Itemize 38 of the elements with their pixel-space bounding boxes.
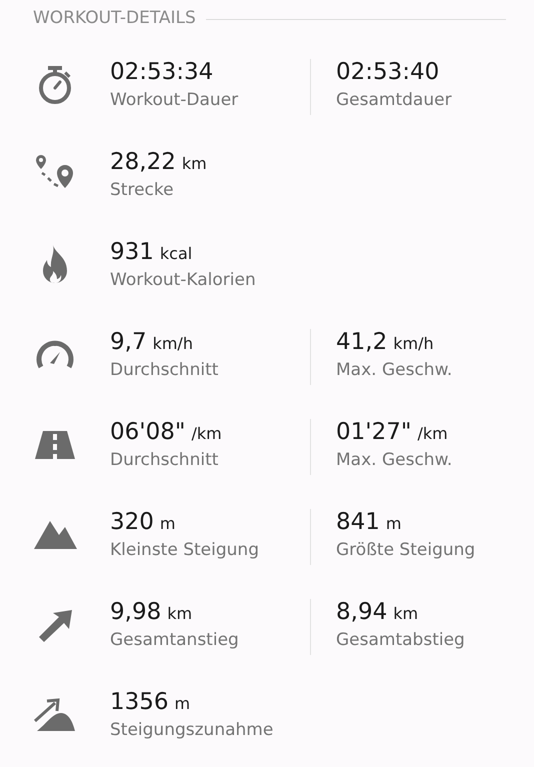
stat-unit: km/h	[393, 333, 434, 355]
stat-unit: /km	[417, 423, 448, 445]
stat-unit: m	[160, 513, 176, 535]
stat-value: 320	[110, 508, 154, 537]
stat-unit: km	[182, 153, 207, 175]
stat-value: 8,94	[336, 598, 388, 627]
stat-value: 01'27"	[336, 418, 412, 447]
stat-label: Kleinste Steigung	[110, 539, 260, 562]
stat-label: Max. Geschw.	[336, 359, 452, 382]
stat-value: 02:53:40	[336, 58, 440, 87]
section-title: WORKOUT-DETAILS	[33, 7, 196, 30]
stat-value: 841	[336, 508, 380, 537]
stat-label: Größte Steigung	[336, 539, 476, 562]
stat-label: Gesamtanstieg	[110, 629, 240, 652]
stat-label: Max. Geschw.	[336, 449, 452, 472]
stat-value: 931	[110, 238, 154, 267]
stat-unit: km	[167, 603, 192, 625]
stat-label: Gesamtabstieg	[336, 629, 465, 652]
stat-value: 41,2	[336, 328, 388, 357]
stat-unit: km	[393, 603, 418, 625]
stat-label: Workout-Dauer	[110, 89, 240, 112]
stat-unit: m	[174, 693, 190, 715]
stat-unit: kcal	[160, 243, 192, 265]
stat-value: 9,7	[110, 328, 147, 357]
stat-unit: /km	[191, 423, 222, 445]
stat-label: Gesamtdauer	[336, 89, 452, 112]
stat-value: 28,22	[110, 148, 176, 177]
stat-label: Workout-Kalorien	[110, 269, 257, 292]
stat-value: 1356	[110, 688, 169, 717]
stat-label: Durchschnitt	[110, 449, 220, 472]
stat-unit: m	[386, 513, 402, 535]
stat-value: 02:53:34	[110, 58, 214, 87]
stat-label: Steigungszunahme	[110, 719, 274, 742]
stat-label: Durchschnitt	[110, 359, 220, 382]
stat-label: Strecke	[110, 179, 175, 202]
stat-value: 9,98	[110, 598, 162, 627]
stat-value: 06'08"	[110, 418, 186, 447]
stat-unit: km/h	[152, 333, 193, 355]
